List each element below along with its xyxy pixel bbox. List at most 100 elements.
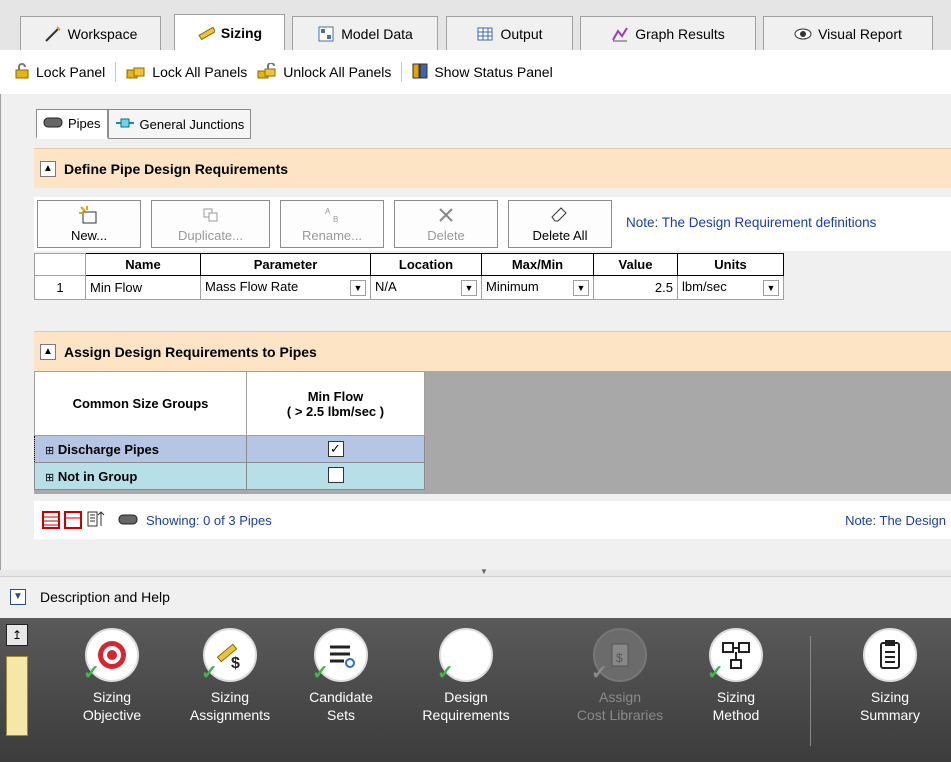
duplicate-button[interactable]: Duplicate... — [151, 200, 270, 248]
maxmin-select[interactable]: Minimum ▼ — [481, 275, 594, 300]
unlock-all-panels-button[interactable]: Unlock All Panels — [257, 61, 392, 82]
junction-icon — [115, 116, 135, 133]
ribbon-label: Cost Libraries — [576, 707, 664, 723]
value-cell[interactable]: 2.5 — [593, 275, 678, 300]
pipe-icon — [118, 512, 138, 529]
subtab-label: Pipes — [68, 116, 101, 131]
tab-graph-results[interactable]: Graph Results — [580, 16, 756, 50]
unlock-all-label: Unlock All Panels — [283, 64, 392, 80]
ribbon-label: Sizing — [210, 689, 250, 705]
expand-icon[interactable]: ⊞ — [45, 472, 54, 484]
button-label: Rename... — [302, 228, 362, 243]
subtab-general-junctions[interactable]: General Junctions — [107, 109, 252, 139]
assign-checkbox-cell[interactable]: ✓ — [246, 435, 425, 463]
parameter-value: Mass Flow Rate — [205, 279, 299, 294]
subtab-pipes[interactable]: Pipes — [36, 109, 108, 139]
header-line: Min Flow — [307, 388, 364, 404]
sizing-ribbon: ↥ ✓ Sizing Objective $ ✓ Sizing Assignmen… — [0, 618, 951, 762]
new-button[interactable]: New... — [37, 200, 141, 248]
tab-label: Sizing — [220, 25, 263, 41]
table-row[interactable]: 1 Min Flow Mass Flow Rate ▼ N/A ▼ Minimum ▼… — [34, 275, 784, 300]
lock-icon — [14, 62, 30, 82]
common-size-groups-header: Common Size Groups — [34, 371, 247, 436]
group-cell-not-in-group[interactable]: ⊞ Not in Group — [34, 462, 247, 490]
checkbox[interactable]: ✓ — [327, 441, 344, 457]
lock-all-panels-button[interactable]: Lock All Panels — [126, 63, 247, 82]
sort-icon[interactable] — [86, 510, 106, 531]
eye-icon — [794, 25, 812, 43]
tab-label: Graph Results — [635, 25, 725, 42]
name-cell[interactable]: Min Flow — [85, 275, 201, 300]
rename-button[interactable]: AB Rename... — [280, 200, 384, 248]
duplicate-icon — [200, 205, 222, 228]
ruler-icon — [6, 656, 28, 736]
lock-panel-button[interactable]: Lock Panel — [14, 62, 105, 82]
units-select[interactable]: lbm/sec ▼ — [677, 275, 784, 300]
columns-icon[interactable] — [64, 511, 82, 529]
toolbar-separator — [115, 62, 117, 82]
delete-button[interactable]: Delete — [394, 200, 498, 248]
location-select[interactable]: N/A ▼ — [370, 275, 482, 300]
table-row[interactable]: ⊞ Not in Group — [34, 462, 425, 490]
column-header: Parameter — [200, 253, 371, 276]
model-data-icon — [317, 25, 335, 43]
table-icon — [476, 25, 494, 43]
tab-label: Model Data — [341, 25, 413, 42]
rows-icon[interactable] — [42, 511, 60, 529]
tab-workspace[interactable]: Workspace — [20, 16, 161, 50]
row-number: 1 — [34, 275, 86, 300]
ribbon-label: Method — [712, 707, 760, 723]
pin-icon[interactable]: ↥ — [6, 624, 28, 646]
svg-text:$: $ — [231, 655, 240, 672]
expand-icon[interactable]: ⊞ — [45, 445, 54, 457]
maxmin-value: Minimum — [486, 279, 539, 294]
assign-cost-libraries-button[interactable]: $ ✓ Assign Cost Libraries — [565, 628, 675, 754]
ribbon-label: Requirements — [422, 707, 510, 723]
assign-requirements-header[interactable]: ▲ Assign Design Requirements to Pipes — [34, 331, 951, 371]
sizing-summary-button[interactable]: Sizing Summary — [842, 628, 938, 754]
tab-sizing[interactable]: Sizing — [174, 14, 285, 51]
collapse-icon[interactable]: ▲ — [40, 160, 56, 177]
tab-bar: Workspace Sizing Model Data Output Graph… — [0, 0, 951, 51]
check-icon: ✓ — [83, 662, 100, 684]
graph-icon — [611, 25, 629, 43]
tab-model-data[interactable]: Model Data — [292, 16, 438, 50]
parameter-select[interactable]: Mass Flow Rate ▼ — [200, 275, 371, 300]
design-requirements-button[interactable]: ⟨x⟩ ✓ Design Requirements — [418, 628, 514, 754]
sizing-method-button[interactable]: ✓ Sizing Method — [688, 628, 784, 754]
tab-output[interactable]: Output — [446, 16, 573, 50]
chevron-down-icon[interactable]: ▼ — [350, 280, 366, 296]
ribbon-label: Sizing — [716, 689, 756, 705]
assign-checkbox-cell[interactable] — [246, 462, 425, 490]
sizing-assignments-button[interactable]: $ ✓ Sizing Assignments — [182, 628, 278, 754]
column-header: Max/Min — [481, 253, 594, 276]
checkbox[interactable] — [327, 466, 344, 483]
splitter-arrow-icon: ▼ — [480, 567, 488, 576]
sizing-panel: Pipes General Junctions ▲ Define Pipe De… — [0, 94, 951, 570]
collapse-icon[interactable]: ▲ — [40, 343, 56, 360]
show-status-label: Show Status Panel — [434, 64, 553, 80]
chevron-down-icon[interactable]: ▼ — [461, 280, 477, 296]
show-status-panel-button[interactable]: Show Status Panel — [412, 63, 553, 82]
define-requirements-header[interactable]: ▲ Define Pipe Design Requirements — [34, 148, 951, 188]
sizing-objective-button[interactable]: ✓ Sizing Objective — [64, 628, 160, 754]
table-row[interactable]: ⊞ Discharge Pipes ✓ — [34, 435, 425, 463]
column-header: Value — [593, 253, 678, 276]
chevron-down-icon[interactable]: ▼ — [763, 280, 779, 296]
tab-label: Workspace — [67, 25, 138, 42]
rename-icon: AB — [321, 205, 343, 228]
check-icon: ✓ — [312, 662, 329, 684]
requirement-button-row: New... Duplicate... AB Rename... Delete … — [34, 197, 951, 251]
group-cell-discharge[interactable]: ⊞ Discharge Pipes — [34, 435, 247, 463]
chevron-down-icon[interactable]: ▼ — [573, 280, 589, 296]
description-help-bar[interactable]: ▼ Description and Help — [0, 576, 951, 616]
candidate-sets-button[interactable]: ✓ Candidate Sets — [293, 628, 389, 754]
location-value: N/A — [375, 279, 397, 294]
subtab-label: General Junctions — [139, 116, 245, 132]
flowchart-icon: ✓ — [707, 628, 763, 683]
name-value: Min Flow — [90, 280, 143, 295]
expand-icon[interactable]: ▼ — [10, 588, 26, 605]
delete-all-button[interactable]: Delete All — [508, 200, 612, 248]
new-icon — [78, 205, 100, 228]
tab-visual-report[interactable]: Visual Report — [763, 16, 933, 50]
